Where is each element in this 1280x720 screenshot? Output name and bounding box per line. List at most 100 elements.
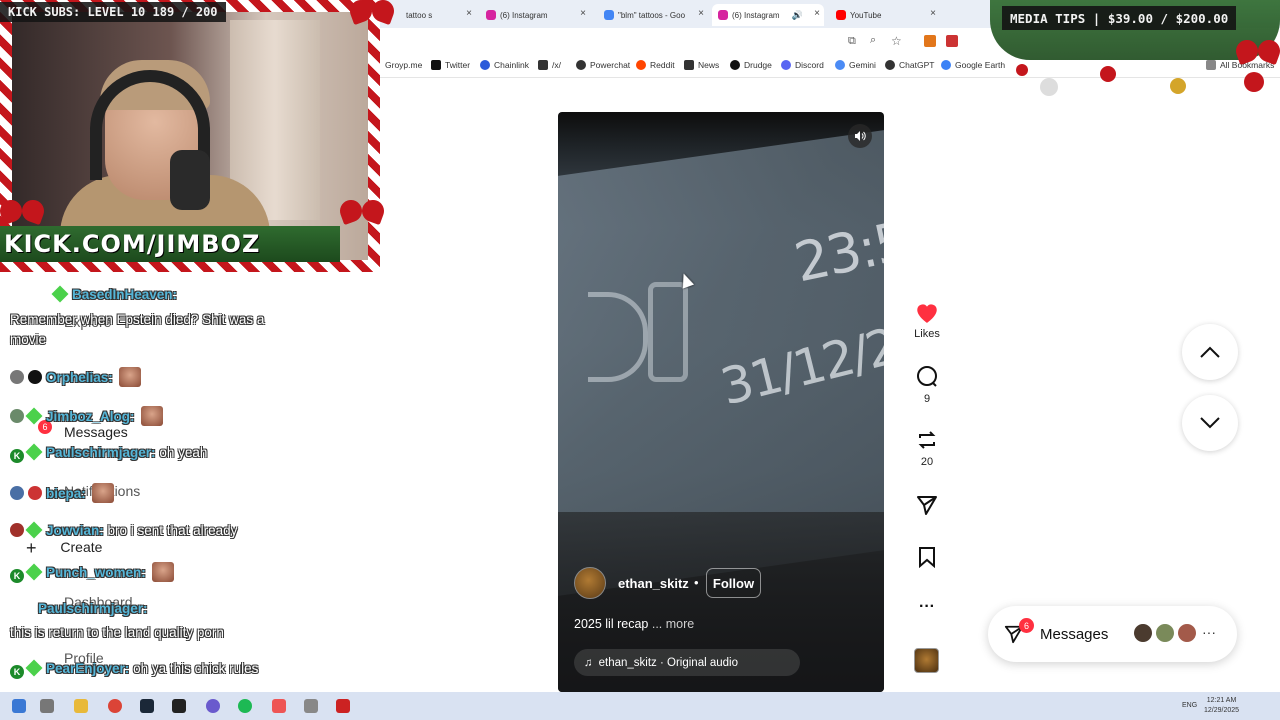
spotify-icon[interactable]	[238, 699, 252, 713]
tab-label: tattoo s	[406, 10, 433, 20]
reel-video[interactable]: 23:59 31/12/2024	[558, 112, 884, 692]
task-view-icon[interactable]	[40, 699, 54, 713]
tab-instagram-1[interactable]: (6) Instagram ×	[480, 4, 590, 26]
badge-icon	[28, 486, 42, 500]
kick-badge-icon: K	[10, 665, 24, 679]
likes-label: Likes	[914, 328, 940, 340]
separator-dot: •	[694, 575, 699, 590]
reel-username[interactable]: ethan_skitz	[618, 576, 689, 591]
emote-icon	[91, 483, 114, 503]
tab-label: YouTube	[850, 10, 882, 20]
comment-icon[interactable]	[915, 365, 939, 389]
audio-thumbnail[interactable]	[914, 648, 939, 673]
follow-button[interactable]: Follow	[706, 568, 761, 598]
bookmark-twitter[interactable]: Twitter	[431, 60, 470, 70]
folder-icon	[1206, 60, 1216, 70]
badge-icon	[25, 443, 43, 461]
bookmark-x[interactable]: /x/	[538, 60, 561, 70]
messages-pill[interactable]: 6 Messages ···	[988, 606, 1237, 662]
ornament-icon	[1100, 66, 1116, 82]
app-icon[interactable]	[304, 699, 318, 713]
language-indicator[interactable]: ENG	[1182, 702, 1197, 709]
heart-icon[interactable]	[914, 300, 940, 324]
close-icon[interactable]: ×	[698, 8, 704, 19]
bookmark-drudge[interactable]: Drudge	[730, 60, 772, 70]
repost-action[interactable]: 20	[910, 428, 944, 468]
previous-reel-button[interactable]	[1182, 324, 1238, 380]
close-icon[interactable]: ×	[814, 8, 820, 19]
reposts-count: 20	[920, 456, 934, 468]
close-icon[interactable]: ×	[466, 8, 472, 19]
drudge-icon	[730, 60, 740, 70]
next-reel-button[interactable]	[1182, 395, 1238, 451]
ornament-icon	[1016, 64, 1028, 76]
powerchat-icon	[576, 60, 586, 70]
bookmark-powerchat[interactable]: Powerchat	[576, 60, 630, 70]
nav-create[interactable]: + Create	[26, 538, 102, 559]
install-icon[interactable]: ⧉	[848, 35, 856, 48]
app-icon[interactable]	[272, 699, 286, 713]
bookmark-reddit[interactable]: Reddit	[636, 60, 675, 70]
reel-device-graphic	[648, 282, 688, 382]
avatar[interactable]	[574, 567, 606, 599]
chat-line: Orphelias:	[10, 367, 141, 387]
chat-line: Paulschirmjager:	[38, 601, 148, 616]
share-action[interactable]	[910, 494, 944, 516]
avatar	[10, 409, 24, 423]
close-icon[interactable]: ×	[580, 8, 586, 19]
music-note-icon: ♫	[584, 656, 593, 669]
windows-start-icon[interactable]	[12, 699, 26, 713]
repost-icon[interactable]	[916, 428, 938, 452]
bookmark-chainlink[interactable]: Chainlink	[480, 60, 529, 70]
plus-icon: +	[26, 538, 37, 558]
zoom-icon[interactable]: ⌕	[870, 34, 876, 47]
star-icon[interactable]: ☆	[891, 34, 902, 48]
reel-caption: 2025 lil recap ... more	[574, 617, 694, 631]
bookmark-discord[interactable]: Discord	[781, 60, 824, 70]
instagram-icon	[486, 10, 496, 20]
obs-icon[interactable]	[206, 699, 220, 713]
chainlink-icon	[480, 60, 490, 70]
more-link[interactable]: ... more	[652, 617, 694, 631]
close-icon[interactable]: ×	[930, 8, 936, 19]
kick-badge-icon: K	[10, 569, 24, 583]
kick-subs-goal: KICK SUBS: LEVEL 10 189 / 200	[0, 2, 226, 22]
badge-icon	[51, 285, 69, 303]
chatgpt-icon	[885, 60, 895, 70]
tab-tattoo[interactable]: tattoo s ×	[400, 4, 476, 26]
speaker-icon[interactable]: 🔊	[792, 10, 803, 21]
clock[interactable]: 12:21 AM 12/29/2025	[1204, 696, 1239, 716]
like-action[interactable]: Likes	[910, 300, 944, 340]
bookmark-groyp[interactable]: Groyp.me	[385, 60, 422, 70]
badge-icon	[25, 407, 43, 425]
tab-youtube[interactable]: YouTube ×	[830, 4, 940, 26]
terminal-icon[interactable]	[172, 699, 186, 713]
tab-label: (6) Instagram	[500, 10, 548, 20]
tab-instagram-active[interactable]: (6) Instagram 🔊 ×	[712, 4, 824, 26]
audio-link[interactable]: ♫ ethan_skitz · Original audio	[574, 649, 800, 676]
chat-line: K Paulschirmjager: oh yeah	[10, 443, 207, 463]
comment-action[interactable]: 9	[910, 365, 944, 405]
save-action[interactable]	[910, 546, 944, 568]
avatar	[10, 523, 24, 537]
bookmark-icon[interactable]	[917, 546, 937, 568]
extension-icon[interactable]	[946, 35, 958, 47]
steam-icon[interactable]	[140, 699, 154, 713]
tab-google-blm[interactable]: "blm" tattoos - Goo ×	[598, 4, 708, 26]
metamask-icon[interactable]	[924, 35, 936, 47]
app-icon[interactable]	[336, 699, 350, 713]
nav-messages[interactable]: 6 Messages	[26, 420, 128, 440]
more-options-icon[interactable]: ···	[910, 598, 944, 616]
file-explorer-icon[interactable]	[74, 699, 88, 713]
bookmark-chatgpt[interactable]: ChatGPT	[885, 60, 934, 70]
tab-label: "blm" tattoos - Goo	[618, 10, 686, 20]
bookmark-google-earth[interactable]: Google Earth	[941, 60, 1005, 70]
badge-icon	[28, 370, 42, 384]
google-icon	[604, 10, 614, 20]
chrome-icon[interactable]	[108, 699, 122, 713]
bookmark-gemini[interactable]: Gemini	[835, 60, 876, 70]
speaker-icon[interactable]	[848, 124, 872, 148]
kick-badge-icon: K	[10, 449, 24, 463]
send-icon[interactable]	[916, 494, 938, 516]
bookmark-news[interactable]: News	[684, 60, 719, 70]
